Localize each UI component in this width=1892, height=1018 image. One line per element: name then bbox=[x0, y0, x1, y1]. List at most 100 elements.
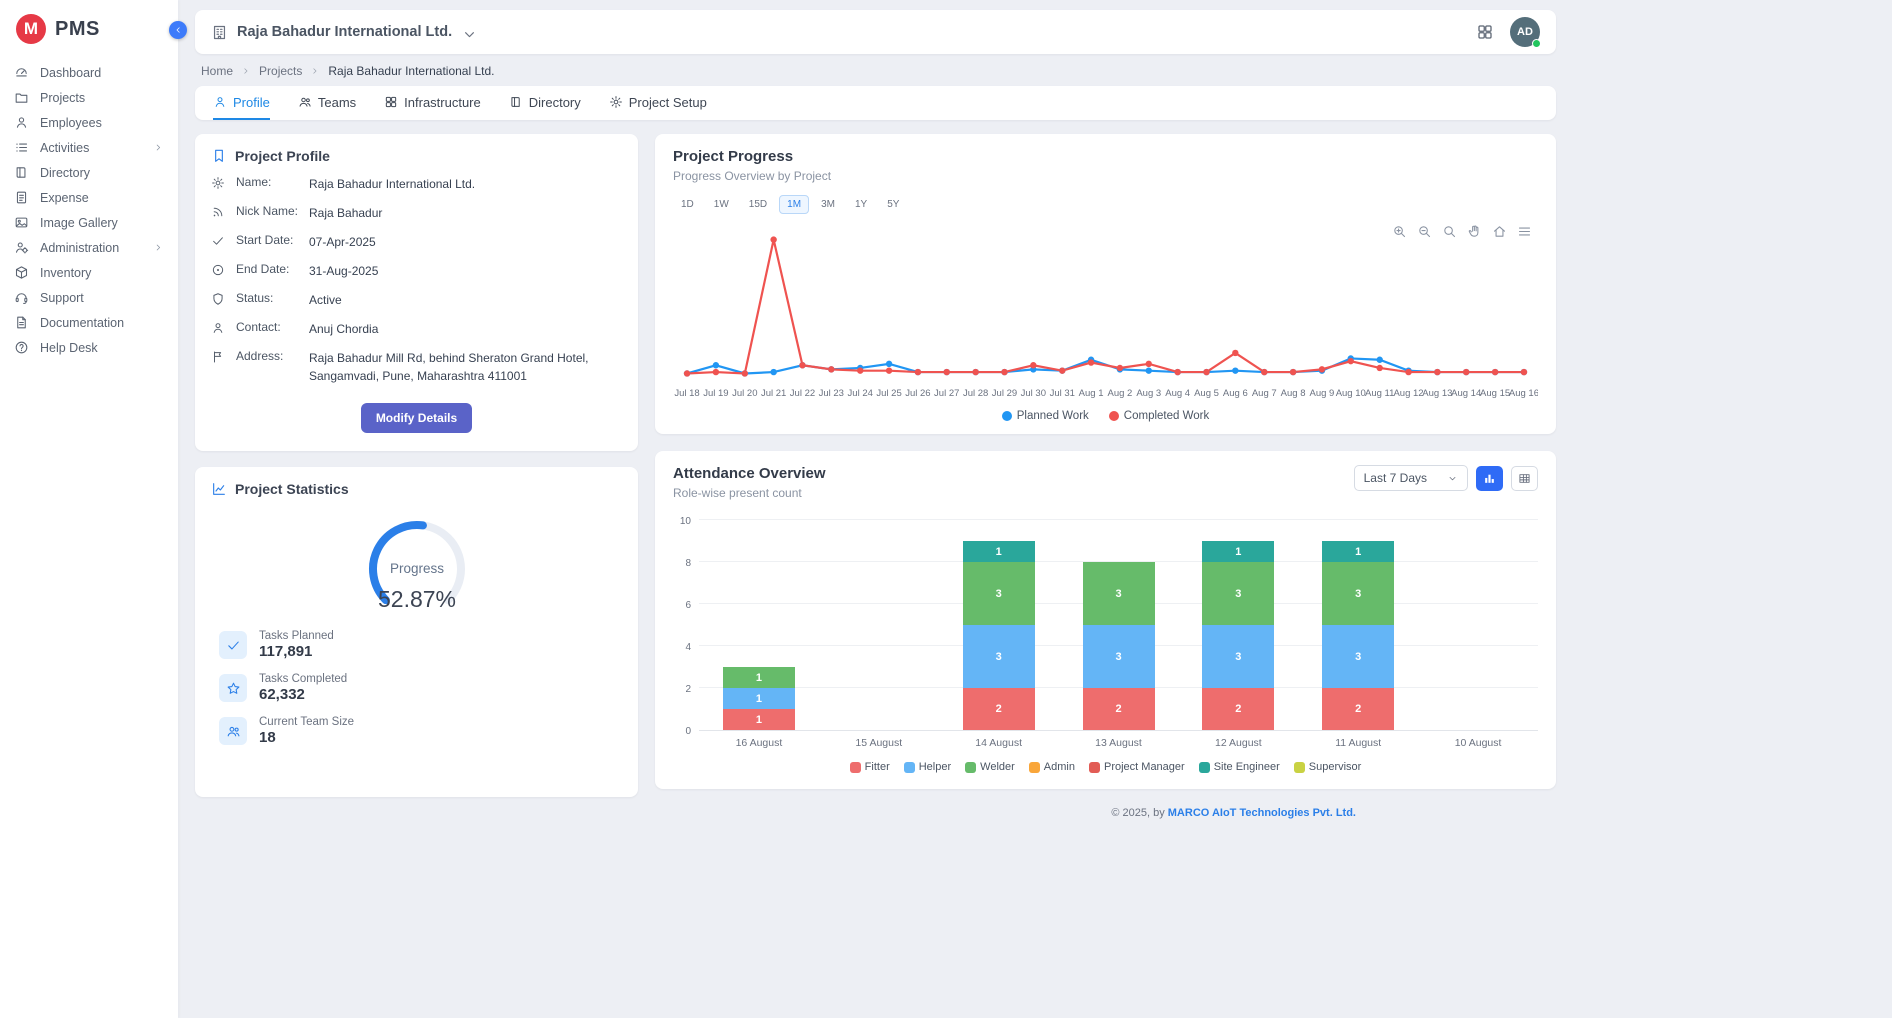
legend-item-welder[interactable]: Welder bbox=[965, 761, 1015, 773]
tab-infrastructure[interactable]: Infrastructure bbox=[384, 86, 481, 120]
sidebar-item-dashboard[interactable]: Dashboard bbox=[0, 60, 178, 85]
company-name: Raja Bahadur International Ltd. bbox=[237, 24, 452, 40]
legend-item-helper[interactable]: Helper bbox=[904, 761, 951, 773]
range-button-5y[interactable]: 5Y bbox=[879, 195, 907, 214]
avatar[interactable]: AD bbox=[1510, 17, 1540, 47]
sidebar-item-documentation[interactable]: Documentation bbox=[0, 310, 178, 335]
sidebar-item-directory[interactable]: Directory bbox=[0, 160, 178, 185]
bar-segment-site-engineer[interactable]: 1 bbox=[1322, 541, 1394, 562]
range-button-1d[interactable]: 1D bbox=[673, 195, 702, 214]
legend-item-fitter[interactable]: Fitter bbox=[850, 761, 890, 773]
svg-text:Aug 14: Aug 14 bbox=[1451, 388, 1481, 399]
tab-directory[interactable]: Directory bbox=[509, 86, 581, 120]
bar-segment-helper[interactable]: 3 bbox=[963, 625, 1035, 688]
legend-item-project-manager[interactable]: Project Manager bbox=[1089, 761, 1185, 773]
sidebar-menu: Dashboard Projects Employees ActivitiesDire… bbox=[0, 60, 178, 360]
chevron-right-icon bbox=[153, 242, 164, 253]
range-button-15d[interactable]: 15D bbox=[741, 195, 775, 214]
range-button-3m[interactable]: 3M bbox=[813, 195, 843, 214]
bar-segment-fitter[interactable]: 2 bbox=[963, 688, 1035, 730]
bar-segment-welder[interactable]: 3 bbox=[1083, 562, 1155, 625]
bar-segment-site-engineer[interactable]: 1 bbox=[1202, 541, 1274, 562]
tab-project-setup[interactable]: Project Setup bbox=[609, 86, 707, 120]
bar-segment-helper[interactable]: 3 bbox=[1083, 625, 1155, 688]
gauge-value: 52.87% bbox=[377, 586, 455, 612]
svg-text:Jul 23: Jul 23 bbox=[819, 388, 844, 399]
profile-field-start-date: Start Date:07-Apr-2025 bbox=[211, 233, 622, 251]
toolbar-zoom-in-button[interactable] bbox=[1392, 224, 1407, 239]
topbar: Raja Bahadur International Ltd. AD bbox=[195, 10, 1556, 54]
svg-text:Aug 15: Aug 15 bbox=[1480, 388, 1510, 399]
toolbar-selection-zoom-button[interactable] bbox=[1442, 224, 1457, 239]
sidebar-item-expense[interactable]: Expense bbox=[0, 185, 178, 210]
toolbar-menu-button[interactable] bbox=[1517, 224, 1532, 239]
breadcrumb-link[interactable]: Home bbox=[201, 64, 233, 78]
range-button-1y[interactable]: 1Y bbox=[847, 195, 875, 214]
bar-segment-fitter[interactable]: 1 bbox=[723, 709, 795, 730]
sidebar-item-image-gallery[interactable]: Image Gallery bbox=[0, 210, 178, 235]
bar-segment-helper[interactable]: 1 bbox=[723, 688, 795, 709]
svg-text:Jul 19: Jul 19 bbox=[703, 388, 728, 399]
bar-column-11-august: 2331 bbox=[1298, 520, 1418, 730]
legend-item-admin[interactable]: Admin bbox=[1029, 761, 1075, 773]
bar-segment-site-engineer[interactable]: 1 bbox=[963, 541, 1035, 562]
tab-label: Project Setup bbox=[629, 95, 707, 110]
legend-item-planned-work[interactable]: Planned Work bbox=[1002, 410, 1089, 422]
range-button-1w[interactable]: 1W bbox=[706, 195, 737, 214]
svg-text:Jul 30: Jul 30 bbox=[1021, 388, 1046, 399]
x-axis-label: 14 August bbox=[939, 737, 1059, 749]
svg-text:Aug 11: Aug 11 bbox=[1365, 388, 1394, 399]
sidebar-item-support[interactable]: Support bbox=[0, 285, 178, 310]
breadcrumb-link[interactable]: Projects bbox=[259, 64, 302, 78]
svg-text:Aug 8: Aug 8 bbox=[1281, 388, 1306, 399]
table-view-button[interactable] bbox=[1511, 466, 1538, 491]
tab-label: Directory bbox=[529, 95, 581, 110]
svg-text:Aug 4: Aug 4 bbox=[1165, 388, 1190, 399]
bar-segment-fitter[interactable]: 2 bbox=[1083, 688, 1155, 730]
toolbar-zoom-out-button[interactable] bbox=[1417, 224, 1432, 239]
check-icon bbox=[211, 234, 225, 248]
footer-link[interactable]: MARCO AIoT Technologies Pvt. Ltd. bbox=[1168, 807, 1356, 819]
svg-text:Aug 1: Aug 1 bbox=[1079, 388, 1104, 399]
field-label: Name: bbox=[236, 175, 298, 189]
tab-teams[interactable]: Teams bbox=[298, 86, 356, 120]
bar-segment-welder[interactable]: 1 bbox=[723, 667, 795, 688]
sidebar-collapse-button[interactable] bbox=[169, 21, 187, 39]
sidebar-item-inventory[interactable]: Inventory bbox=[0, 260, 178, 285]
main-area: Raja Bahadur International Ltd. AD Home P… bbox=[178, 0, 1892, 819]
bar-segment-helper[interactable]: 3 bbox=[1202, 625, 1274, 688]
tab-profile[interactable]: Profile bbox=[213, 86, 270, 120]
sidebar-item-help-desk[interactable]: Help Desk bbox=[0, 335, 178, 360]
bar-segment-welder[interactable]: 3 bbox=[1202, 562, 1274, 625]
svg-text:Jul 18: Jul 18 bbox=[674, 388, 699, 399]
bar-segment-fitter[interactable]: 2 bbox=[1322, 688, 1394, 730]
field-value: Anuj Chordia bbox=[309, 320, 378, 338]
toolbar-home-button[interactable] bbox=[1492, 224, 1507, 239]
bar-segment-welder[interactable]: 3 bbox=[1322, 562, 1394, 625]
range-selector: 1D1W15D1M3M1Y5Y bbox=[673, 195, 1538, 214]
gear-icon bbox=[211, 176, 225, 190]
sidebar-item-activities[interactable]: Activities bbox=[0, 135, 178, 160]
sidebar-item-label: Support bbox=[40, 291, 84, 305]
company-selector[interactable]: Raja Bahadur International Ltd. bbox=[211, 24, 474, 41]
chart-view-button[interactable] bbox=[1476, 466, 1503, 491]
toolbar-pan-button[interactable] bbox=[1467, 224, 1482, 239]
range-button-1m[interactable]: 1M bbox=[779, 195, 809, 214]
bar-segment-helper[interactable]: 3 bbox=[1322, 625, 1394, 688]
modify-details-button[interactable]: Modify Details bbox=[361, 403, 472, 433]
sidebar-item-label: Employees bbox=[40, 116, 102, 130]
legend-item-supervisor[interactable]: Supervisor bbox=[1294, 761, 1362, 773]
stat-tasks-planned: Tasks Planned117,891 bbox=[211, 630, 622, 660]
sidebar-item-employees[interactable]: Employees bbox=[0, 110, 178, 135]
bar-segment-fitter[interactable]: 2 bbox=[1202, 688, 1274, 730]
apps-grid-button[interactable] bbox=[1476, 23, 1494, 41]
date-range-select[interactable]: Last 7 Days bbox=[1354, 465, 1468, 491]
legend-item-site-engineer[interactable]: Site Engineer bbox=[1199, 761, 1280, 773]
svg-text:Jul 27: Jul 27 bbox=[934, 388, 959, 399]
x-axis-label: 10 August bbox=[1418, 737, 1538, 749]
sidebar-item-label: Projects bbox=[40, 91, 85, 105]
bar-segment-welder[interactable]: 3 bbox=[963, 562, 1035, 625]
sidebar-item-projects[interactable]: Projects bbox=[0, 85, 178, 110]
sidebar-item-administration[interactable]: Administration bbox=[0, 235, 178, 260]
legend-item-completed-work[interactable]: Completed Work bbox=[1109, 410, 1209, 422]
